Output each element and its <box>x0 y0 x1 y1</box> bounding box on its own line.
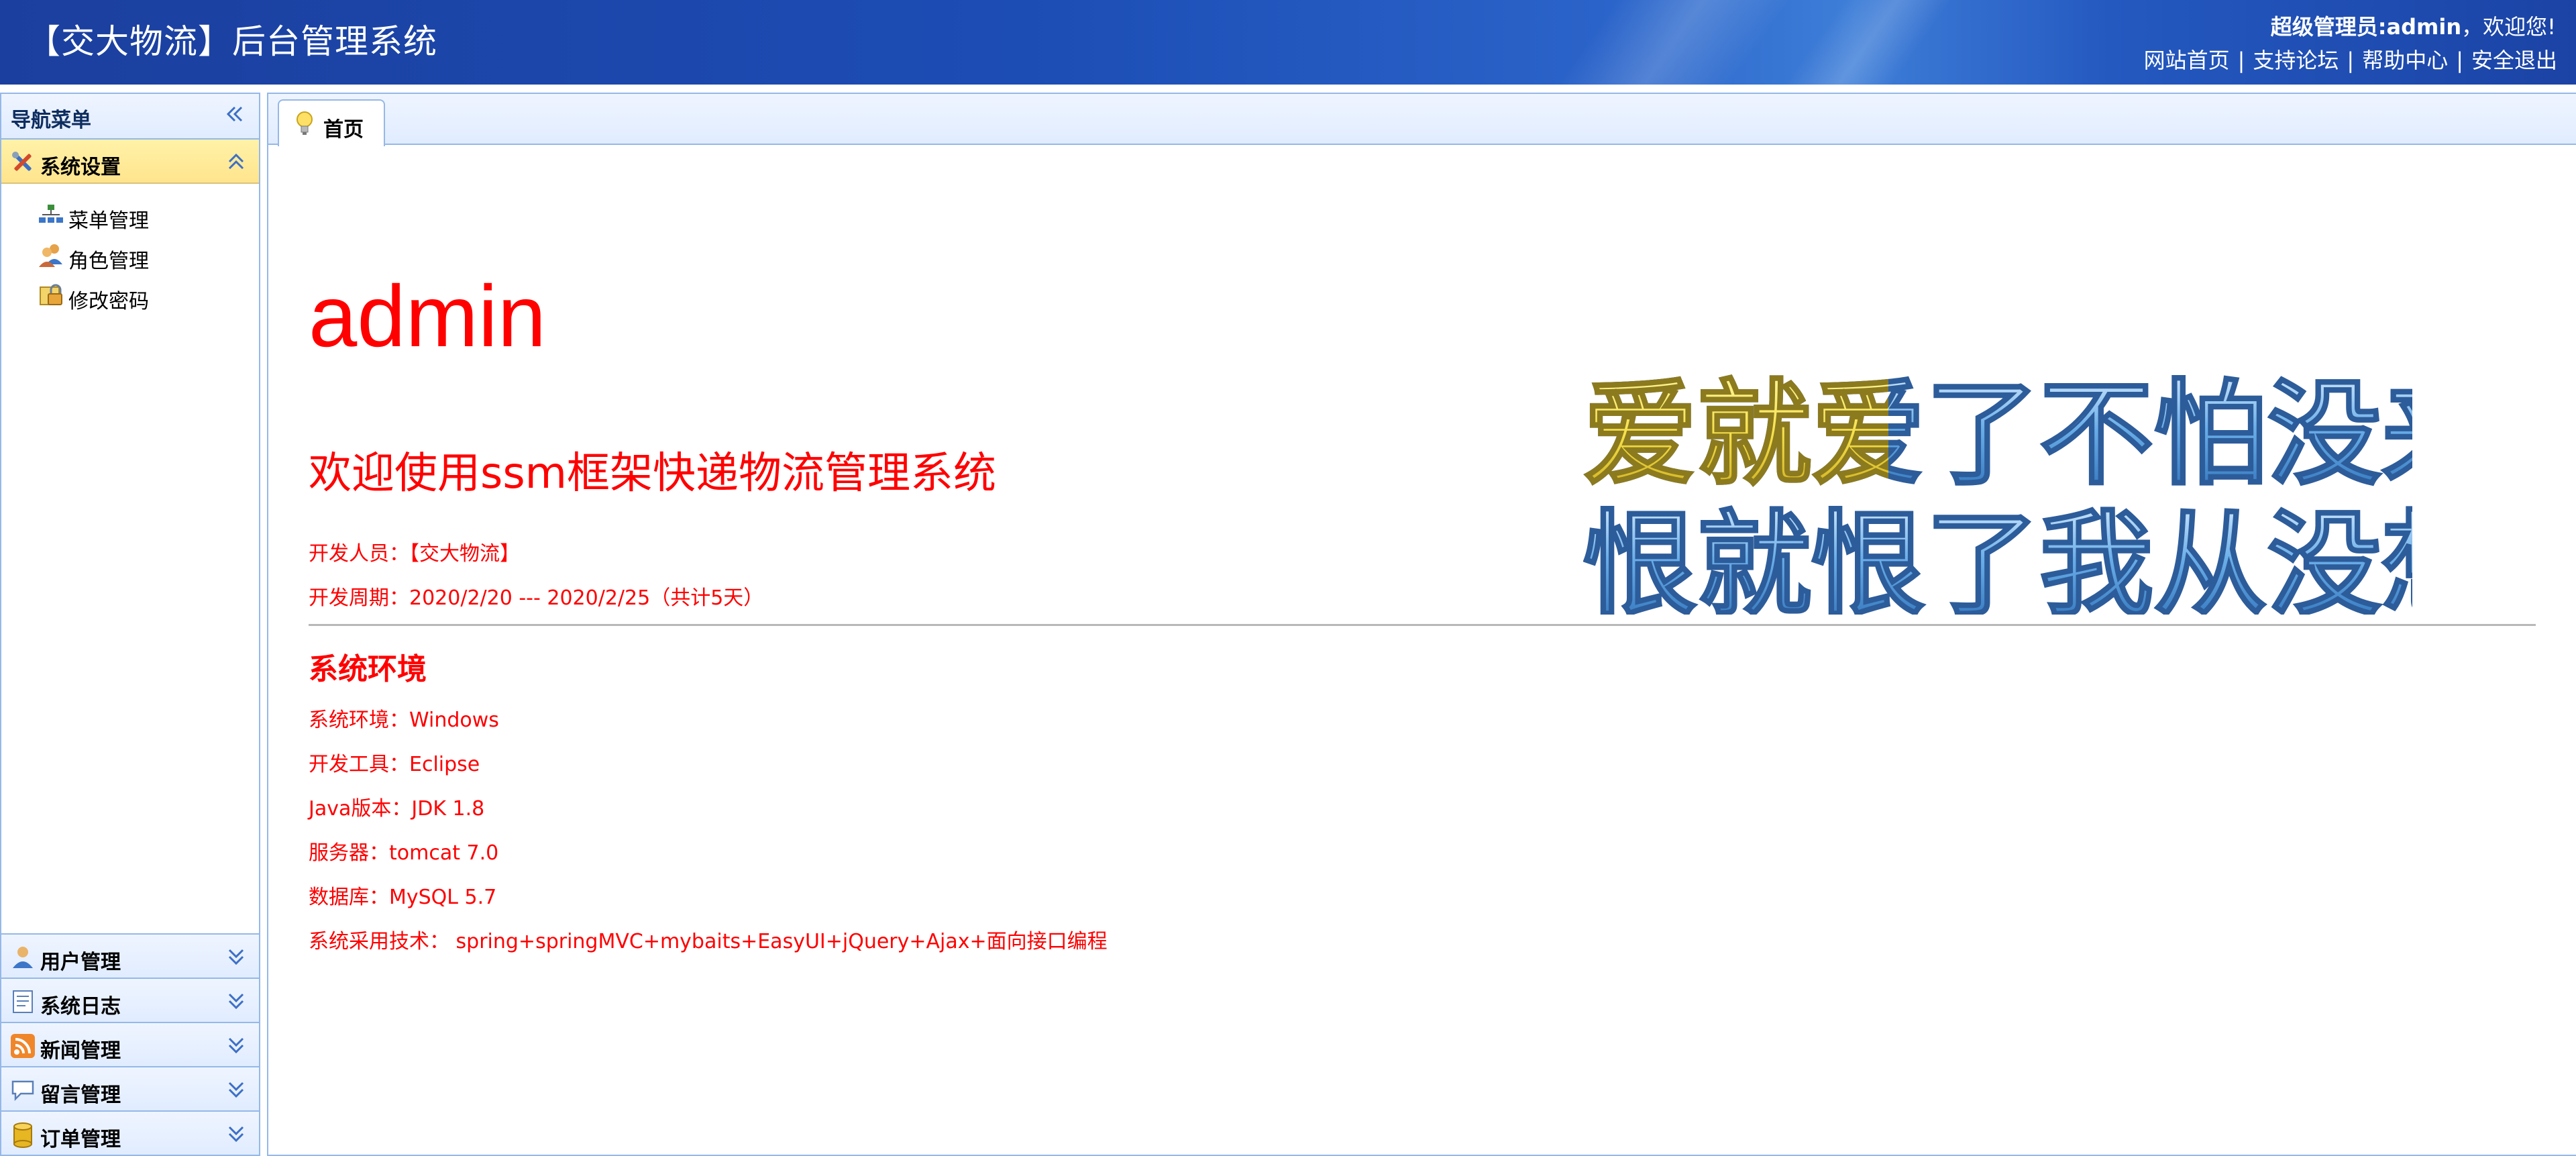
users-icon <box>39 244 62 267</box>
lightbulb-icon <box>297 111 313 135</box>
section-label: 系统设置 <box>40 156 121 179</box>
menu-item-label: 菜单管理 <box>68 209 149 233</box>
menu-item-change-password[interactable]: 修改密码 <box>35 275 259 315</box>
section-label: 用户管理 <box>40 951 121 974</box>
link-separator: | <box>2237 48 2245 73</box>
chevron-down-icon[interactable] <box>224 989 248 1013</box>
link-logout[interactable]: 安全退出 <box>2471 48 2557 73</box>
section-label: 新闻管理 <box>40 1039 121 1063</box>
collapsed-sections: 用户管理 系统日志 新闻管理 留言管理 订单管理 <box>1 933 259 1155</box>
env-database: 数据库：MySQL 5.7 <box>309 886 497 909</box>
slogan-banner: 爱就爱了不怕没来过 爱就爱了不怕没来过 恨就恨了我从没想过 <box>1583 373 2412 615</box>
rss-icon <box>11 1034 35 1058</box>
user-icon <box>13 947 33 968</box>
app-title: 【交大物流】后台管理系统 <box>27 22 437 61</box>
env-ide: 开发工具：Eclipse <box>309 753 480 776</box>
welcome-text: 欢迎使用ssm框架快递物流管理系统 <box>309 449 997 498</box>
section-system-settings[interactable]: 系统设置 <box>1 140 259 184</box>
main-tabs-panel: 首页 admin 欢迎使用ssm框架快递物流管理系统 开发人员：【交大物流】 开… <box>267 93 2576 1156</box>
menu-item-role-manage[interactable]: 角色管理 <box>35 235 259 275</box>
nav-panel: 导航菜单 系统设置 菜单管理 角色管理 修改密码 用户管理 系统日志 新闻管理 … <box>0 93 260 1156</box>
chevron-up-icon[interactable] <box>224 150 248 174</box>
section-news-manage[interactable]: 新闻管理 <box>1 1022 259 1066</box>
home-content: admin 欢迎使用ssm框架快递物流管理系统 开发人员：【交大物流】 开发周期… <box>268 145 2576 1155</box>
section-message-manage[interactable]: 留言管理 <box>1 1066 259 1110</box>
user-greeting: 超级管理员:admin，欢迎您! <box>2271 12 2556 42</box>
env-section-title: 系统环境 <box>309 652 427 686</box>
section-user-manage[interactable]: 用户管理 <box>1 933 259 978</box>
menu-item-label: 修改密码 <box>68 290 149 313</box>
user-role: 超级管理员:admin <box>2270 14 2462 40</box>
top-links: 网站首页 | 支持论坛 | 帮助中心 | 安全退出 <box>2144 46 2557 75</box>
tools-icon <box>12 152 32 171</box>
menu-item-label: 角色管理 <box>68 250 149 273</box>
section-order-manage[interactable]: 订单管理 <box>1 1110 259 1155</box>
dev-period-info: 开发周期：2020/2/20 --- 2020/2/25（共计5天） <box>309 586 764 610</box>
tab-bar: 首页 <box>268 94 2576 146</box>
env-tech-stack: 系统采用技术： spring+springMVC+mybaits+EasyUI+… <box>309 930 1108 953</box>
chevron-down-icon[interactable] <box>224 1122 248 1146</box>
tab-label: 首页 <box>323 118 364 142</box>
tab-home[interactable]: 首页 <box>278 99 385 146</box>
header-light-streak <box>1759 0 1971 85</box>
link-help-center[interactable]: 帮助中心 <box>2362 48 2448 73</box>
sitemap-icon <box>39 205 63 223</box>
link-separator: | <box>2456 48 2463 73</box>
env-server: 服务器：tomcat 7.0 <box>309 841 499 865</box>
section-label: 系统日志 <box>40 995 121 1018</box>
chevron-down-icon[interactable] <box>224 945 248 969</box>
system-settings-items: 菜单管理 角色管理 修改密码 <box>1 184 259 315</box>
chevron-down-icon[interactable] <box>224 1078 248 1102</box>
collapse-left-icon[interactable] <box>223 102 247 126</box>
section-label: 订单管理 <box>40 1128 121 1151</box>
env-os: 系统环境：Windows <box>309 708 499 732</box>
section-label: 留言管理 <box>40 1084 121 1107</box>
database-icon <box>13 1122 32 1148</box>
slogan-line-2: 恨就恨了我从没想过 <box>1583 499 2412 615</box>
env-java: Java版本：JDK 1.8 <box>309 797 485 821</box>
developer-info: 开发人员：【交大物流】 <box>309 542 520 566</box>
lock-icon <box>40 284 62 305</box>
comment-icon <box>11 1080 34 1102</box>
link-site-home[interactable]: 网站首页 <box>2144 48 2230 73</box>
chevron-down-icon[interactable] <box>224 1033 248 1057</box>
username-heading: admin <box>309 267 547 365</box>
divider <box>309 624 2536 626</box>
menu-item-menu-manage[interactable]: 菜单管理 <box>35 195 259 235</box>
link-support-forum[interactable]: 支持论坛 <box>2253 48 2339 73</box>
link-separator: | <box>2347 48 2355 73</box>
log-icon <box>13 990 33 1013</box>
greeting-text: ，欢迎您! <box>2461 14 2556 40</box>
top-header: 【交大物流】后台管理系统 超级管理员:admin，欢迎您! 网站首页 | 支持论坛 |… <box>0 0 2576 85</box>
section-system-log[interactable]: 系统日志 <box>1 978 259 1022</box>
nav-panel-title: 导航菜单 <box>11 109 91 132</box>
header-light-streak <box>1531 0 1810 85</box>
nav-panel-header: 导航菜单 <box>1 94 259 140</box>
